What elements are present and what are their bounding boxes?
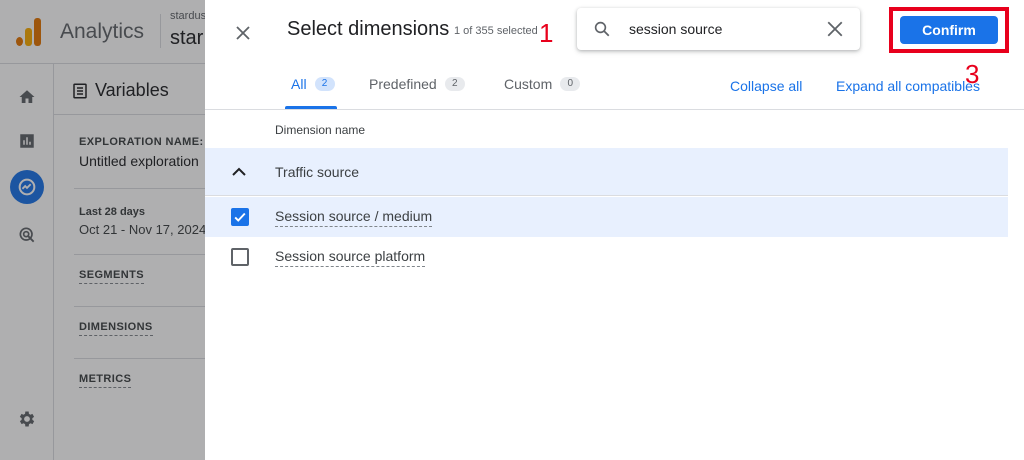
collapse-all-link[interactable]: Collapse all	[730, 78, 802, 94]
tab-predefined-label: Predefined	[369, 76, 437, 92]
tab-all[interactable]: All 2	[291, 76, 335, 92]
tab-all-label: All	[291, 76, 307, 92]
search-icon	[594, 21, 610, 37]
dimension-row[interactable]: Session source platform	[205, 237, 1008, 277]
tab-custom-count: 0	[560, 77, 581, 91]
dimension-label[interactable]: Session source platform	[275, 248, 426, 267]
divider	[205, 109, 1024, 110]
search-input[interactable]	[629, 19, 809, 39]
group-label: Traffic source	[275, 164, 360, 180]
group-row-traffic-source[interactable]: Traffic source	[205, 148, 1008, 196]
dimension-label[interactable]: Session source / medium	[275, 208, 433, 227]
tab-predefined[interactable]: Predefined 2	[369, 76, 465, 92]
column-header: Dimension name	[275, 123, 366, 137]
modal-scrim[interactable]	[0, 0, 205, 460]
select-dimensions-dialog: Select dimensions 1 of 355 selected Conf…	[205, 0, 1024, 460]
dimension-checkbox-checked[interactable]	[231, 208, 249, 226]
annotation-step-1: 1	[539, 18, 554, 48]
tab-custom[interactable]: Custom 0	[504, 76, 581, 92]
tab-all-count: 2	[314, 77, 335, 91]
dialog-title: Select dimensions	[287, 18, 450, 40]
dimension-row[interactable]: Session source / medium	[205, 197, 1008, 237]
confirm-highlight-box: Confirm	[889, 7, 1009, 53]
dimension-checkbox[interactable]	[231, 248, 249, 266]
selection-count: 1 of 355 selected	[454, 25, 538, 37]
scrollbar[interactable]	[1008, 110, 1024, 460]
chevron-up-icon[interactable]	[229, 162, 249, 182]
checkmark-icon	[234, 212, 246, 222]
tab-predefined-count: 2	[444, 77, 465, 91]
clear-search-icon[interactable]	[826, 20, 844, 38]
search-box	[577, 8, 860, 50]
expand-all-compatibles-link[interactable]: Expand all compatibles	[836, 78, 980, 94]
tab-custom-label: Custom	[504, 76, 553, 92]
confirm-button[interactable]: Confirm	[900, 16, 998, 44]
close-icon[interactable]	[229, 19, 257, 47]
